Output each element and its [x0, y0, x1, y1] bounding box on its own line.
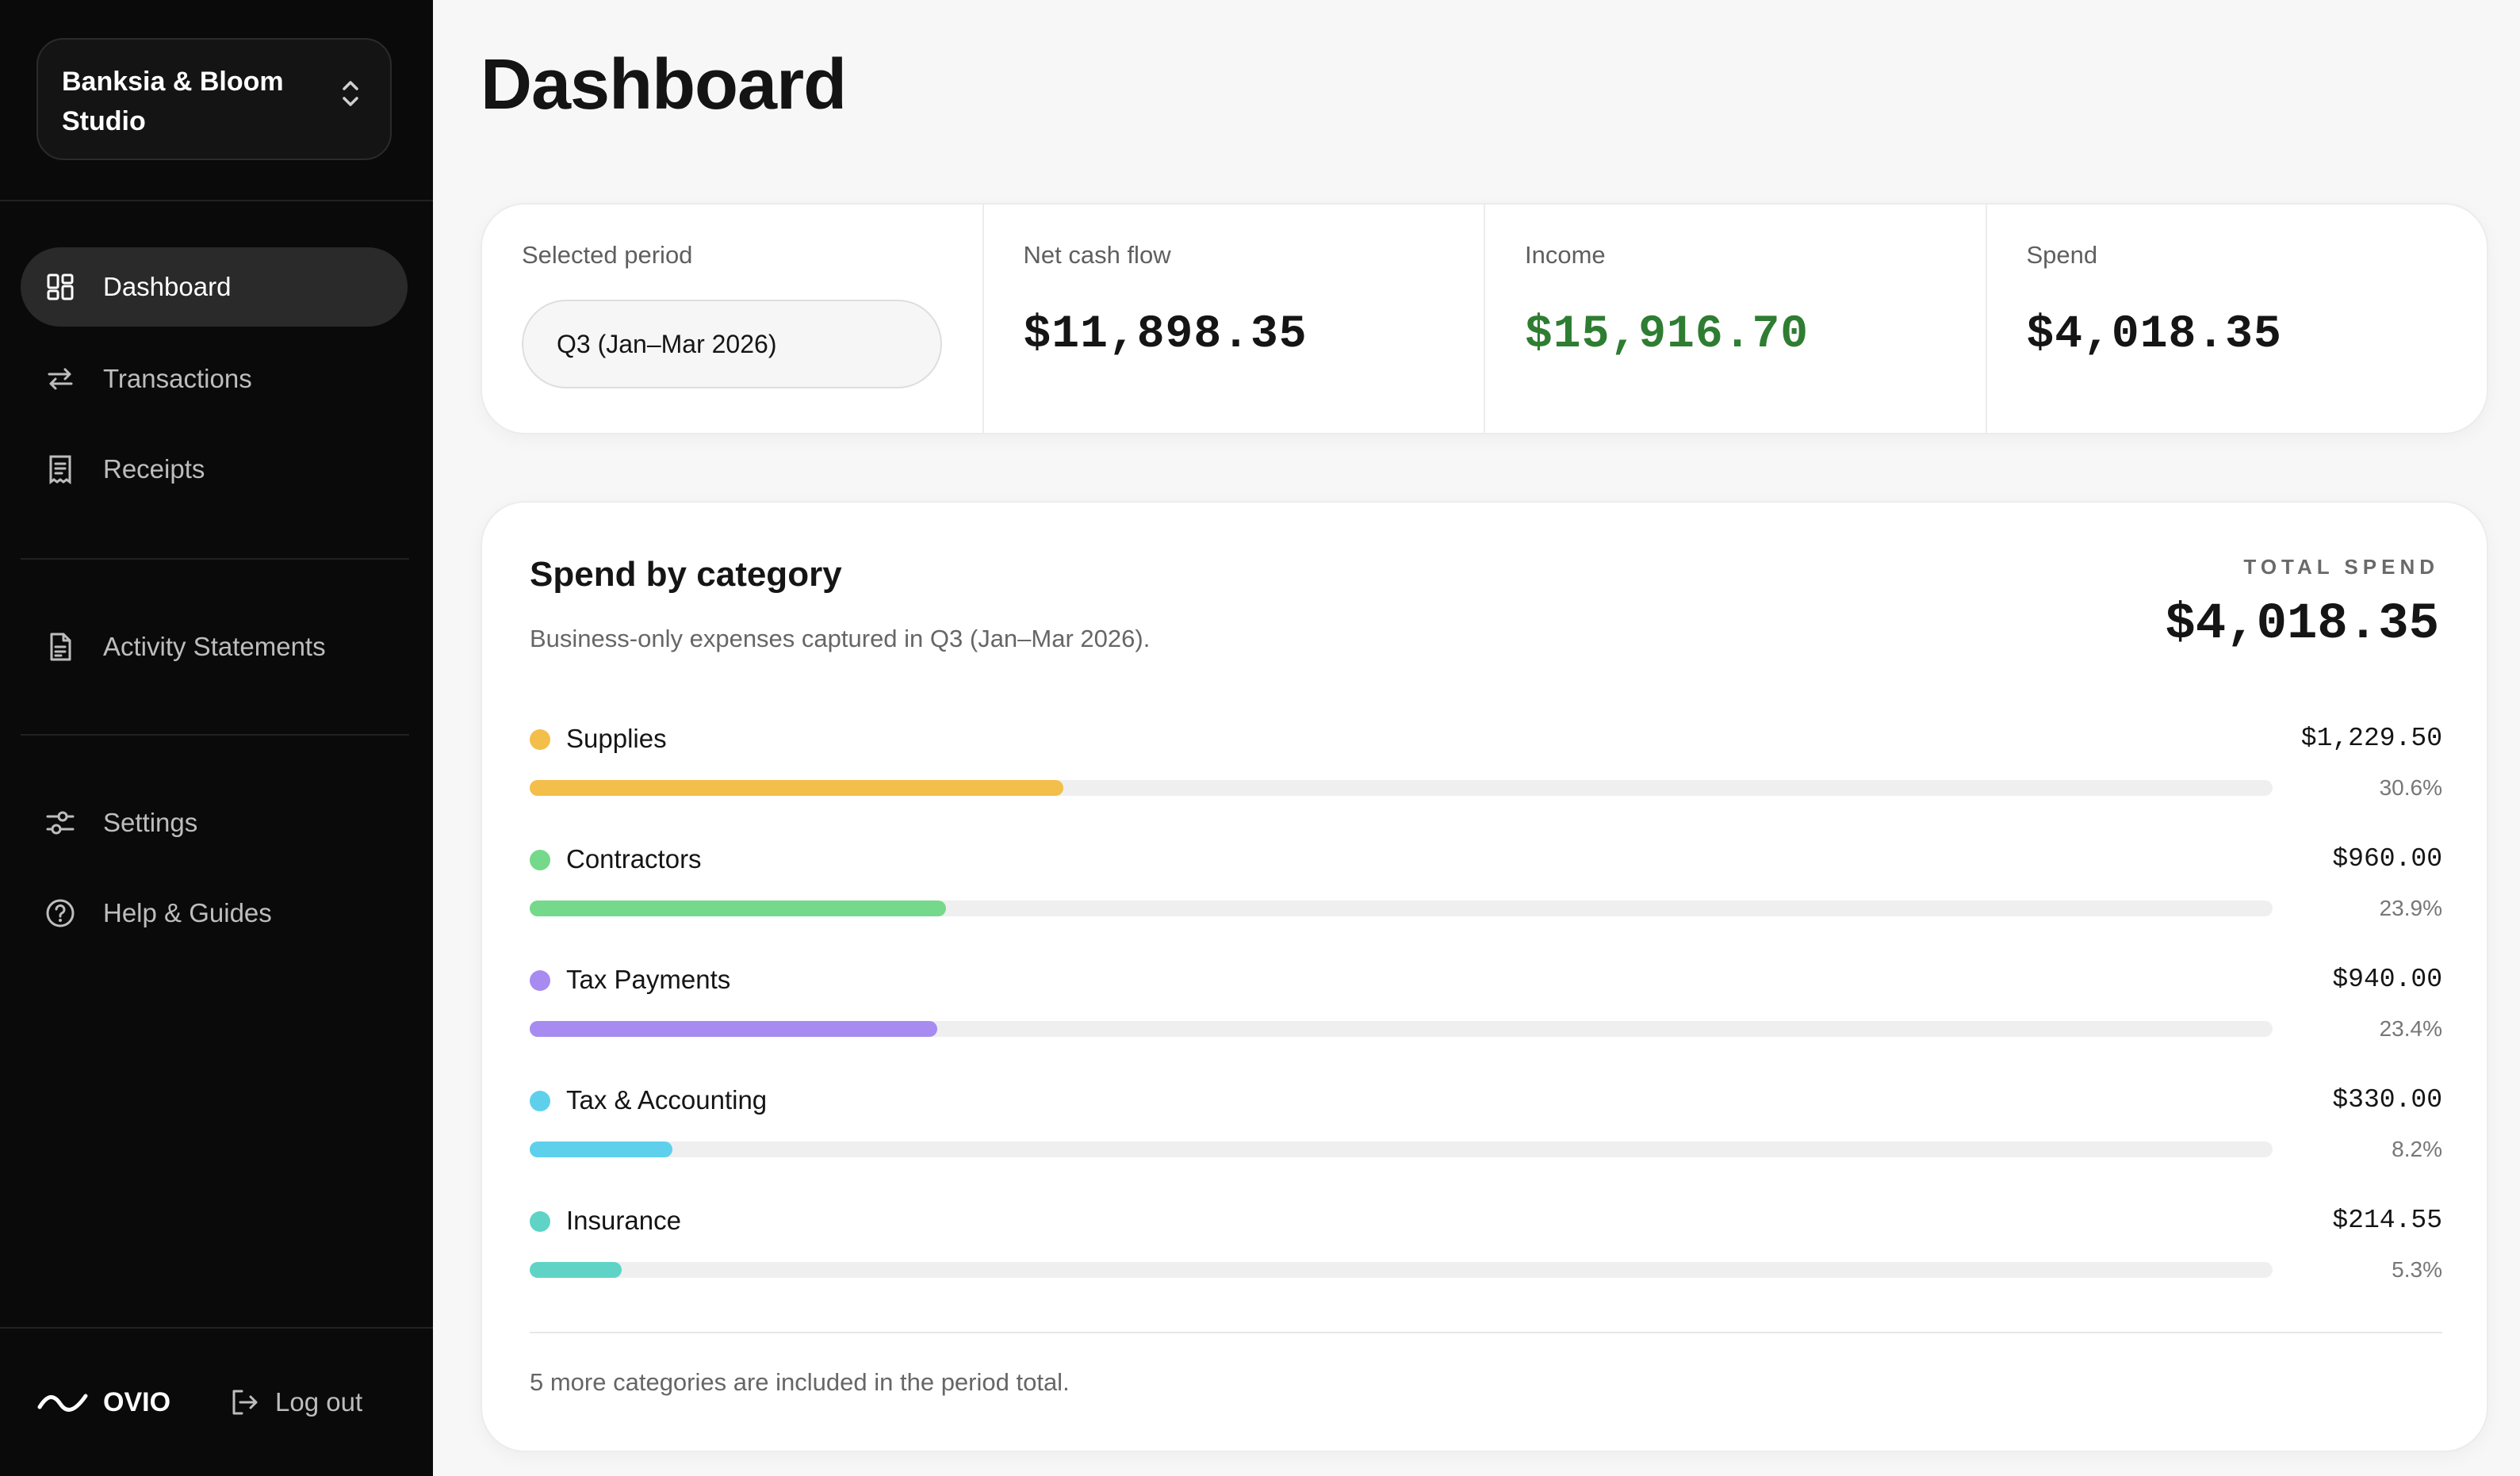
category-row: Tax Payments $940.00 23.4%: [530, 958, 2442, 1053]
category-row: Supplies $1,229.50 30.6%: [530, 717, 2442, 812]
category-percent: 8.2%: [2392, 1137, 2442, 1161]
category-bar-fill: [530, 780, 1063, 796]
sidebar-item-label: Transactions: [103, 364, 252, 393]
category-amount: $214.55: [2332, 1206, 2442, 1235]
sidebar-item-help[interactable]: Help & Guides: [21, 874, 408, 953]
category-color-dot: [530, 729, 550, 750]
category-color-dot: [530, 850, 550, 870]
category-bar-track: [530, 901, 2273, 916]
category-color-dot: [530, 970, 550, 991]
sidebar-item-receipts[interactable]: Receipts: [21, 430, 408, 509]
stat-label: Selected period: [522, 241, 693, 269]
sidebar-item-label: Help & Guides: [103, 898, 272, 927]
period-select[interactable]: Q3 (Jan–Mar 2026): [522, 300, 942, 388]
category-bar-track: [530, 1021, 2273, 1037]
more-categories-note: 5 more categories are included in the pe…: [530, 1368, 1070, 1396]
logout-button[interactable]: Log out: [229, 1386, 362, 1418]
receipt-icon: [44, 453, 76, 485]
card-title: Spend by category: [530, 555, 842, 594]
category-color-dot: [530, 1091, 550, 1111]
sidebar-item-transactions[interactable]: Transactions: [21, 339, 408, 419]
category-row: Tax & Accounting $330.00 8.2%: [530, 1078, 2442, 1173]
chevron-updown-icon: [343, 81, 358, 106]
category-name: Supplies: [566, 724, 667, 753]
sidebar-divider: [21, 558, 409, 560]
stat-net-cash-flow: Net cash flow $11,898.35: [982, 205, 1484, 433]
card-divider: [530, 1332, 2442, 1333]
total-spend-value: $4,018.35: [2165, 596, 2439, 653]
category-name: Insurance: [566, 1206, 681, 1235]
category-percent: 5.3%: [2392, 1257, 2442, 1282]
logout-icon: [232, 1390, 258, 1415]
category-percent: 23.9%: [2379, 896, 2442, 920]
app: Banksia & Bloom Studio Dashboard Transac…: [0, 0, 2520, 1476]
stat-value: $15,916.70: [1525, 309, 1810, 361]
spend-by-category-card: Spend by category Business-only expenses…: [481, 501, 2488, 1452]
category-name: Tax & Accounting: [566, 1085, 768, 1115]
sidebar-item-label: Dashboard: [103, 272, 232, 301]
wave-icon: [37, 1394, 88, 1412]
total-spend-label: TOTAL SPEND: [2243, 555, 2439, 579]
stat-value: $4,018.35: [2026, 309, 2282, 361]
sidebar-footer: OVIO Log out: [0, 1327, 433, 1476]
transactions-icon: [44, 363, 76, 395]
main-content: Dashboard Selected period Q3 (Jan–Mar 20…: [433, 0, 2520, 1476]
category-bar-fill: [530, 1262, 622, 1278]
category-amount: $1,229.50: [2300, 724, 2442, 753]
sidebar-item-dashboard[interactable]: Dashboard: [21, 247, 408, 327]
category-bar-fill: [530, 1021, 938, 1037]
settings-icon: [44, 807, 76, 839]
sidebar-item-activity-statements[interactable]: Activity Statements: [21, 607, 408, 686]
category-bar-fill: [530, 901, 947, 916]
category-color-dot: [530, 1211, 550, 1232]
category-amount: $960.00: [2332, 844, 2442, 874]
category-bar-fill: [530, 1141, 673, 1157]
card-subtitle: Business-only expenses captured in Q3 (J…: [530, 625, 1151, 652]
stat-label: Net cash flow: [1023, 241, 1171, 269]
document-icon: [44, 631, 76, 663]
category-bar-track: [530, 780, 2273, 796]
page-title: Dashboard: [481, 45, 847, 124]
category-amount: $940.00: [2332, 965, 2442, 994]
logout-label: Log out: [275, 1387, 363, 1417]
stat-label: Income: [1525, 241, 1606, 269]
help-icon: [44, 897, 76, 929]
stat-value: $11,898.35: [1023, 309, 1308, 361]
stat-spend: Spend $4,018.35: [1985, 205, 2487, 433]
category-row: Contractors $960.00 23.9%: [530, 837, 2442, 932]
sidebar-divider: [21, 734, 409, 736]
sidebar-item-label: Activity Statements: [103, 632, 326, 661]
brand-name: OVIO: [103, 1386, 171, 1417]
brand-logo: OVIO: [36, 1386, 170, 1418]
category-percent: 30.6%: [2379, 775, 2442, 800]
sidebar-item-settings[interactable]: Settings: [21, 783, 408, 862]
org-switcher[interactable]: Banksia & Bloom Studio: [36, 38, 392, 160]
category-bar-track: [530, 1141, 2273, 1157]
summary-stats-card: Selected period Q3 (Jan–Mar 2026) Net ca…: [481, 203, 2488, 434]
stat-selected-period: Selected period Q3 (Jan–Mar 2026): [482, 205, 982, 433]
dashboard-icon: [44, 271, 76, 303]
category-name: Tax Payments: [566, 965, 731, 994]
category-bar-track: [530, 1262, 2273, 1278]
sidebar-divider: [0, 200, 433, 201]
sidebar-item-label: Settings: [103, 808, 198, 837]
sidebar: Banksia & Bloom Studio Dashboard Transac…: [0, 0, 433, 1476]
category-row: Insurance $214.55 5.3%: [530, 1199, 2442, 1294]
stat-income: Income $15,916.70: [1484, 205, 1986, 433]
category-amount: $330.00: [2332, 1085, 2442, 1115]
stat-label: Spend: [2026, 241, 2098, 269]
category-percent: 23.4%: [2379, 1016, 2442, 1041]
sidebar-item-label: Receipts: [103, 454, 205, 484]
category-name: Contractors: [566, 844, 702, 874]
org-name: Banksia & Bloom Studio: [62, 67, 284, 136]
